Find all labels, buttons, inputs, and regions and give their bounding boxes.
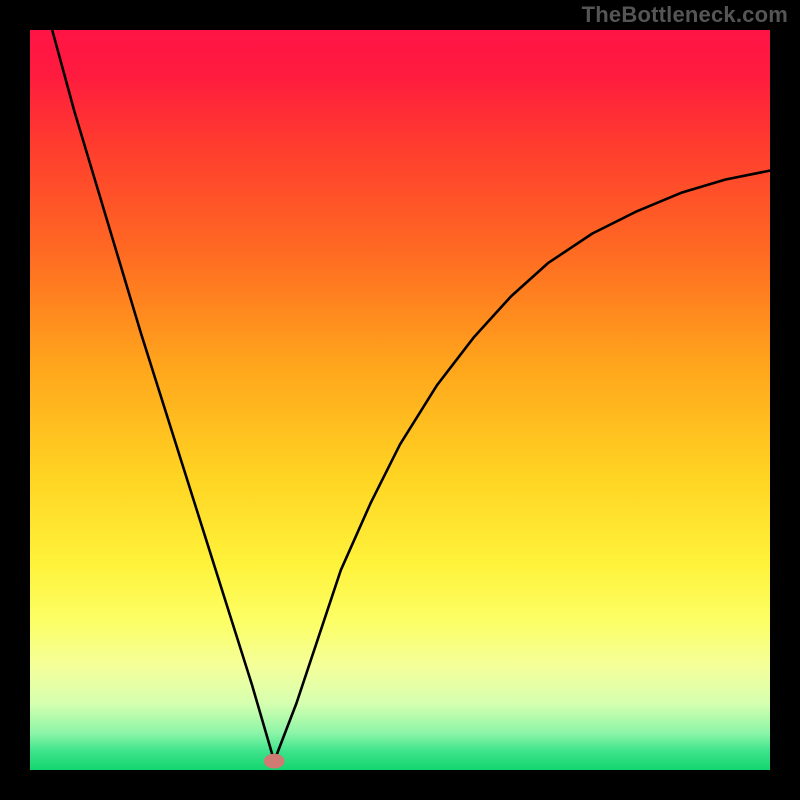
curve-layer xyxy=(30,30,770,770)
bottleneck-curve xyxy=(52,30,770,761)
watermark-text: TheBottleneck.com xyxy=(582,2,788,28)
chart-frame: TheBottleneck.com xyxy=(0,0,800,800)
plot-area xyxy=(30,30,770,770)
optimal-point-marker xyxy=(264,754,285,769)
